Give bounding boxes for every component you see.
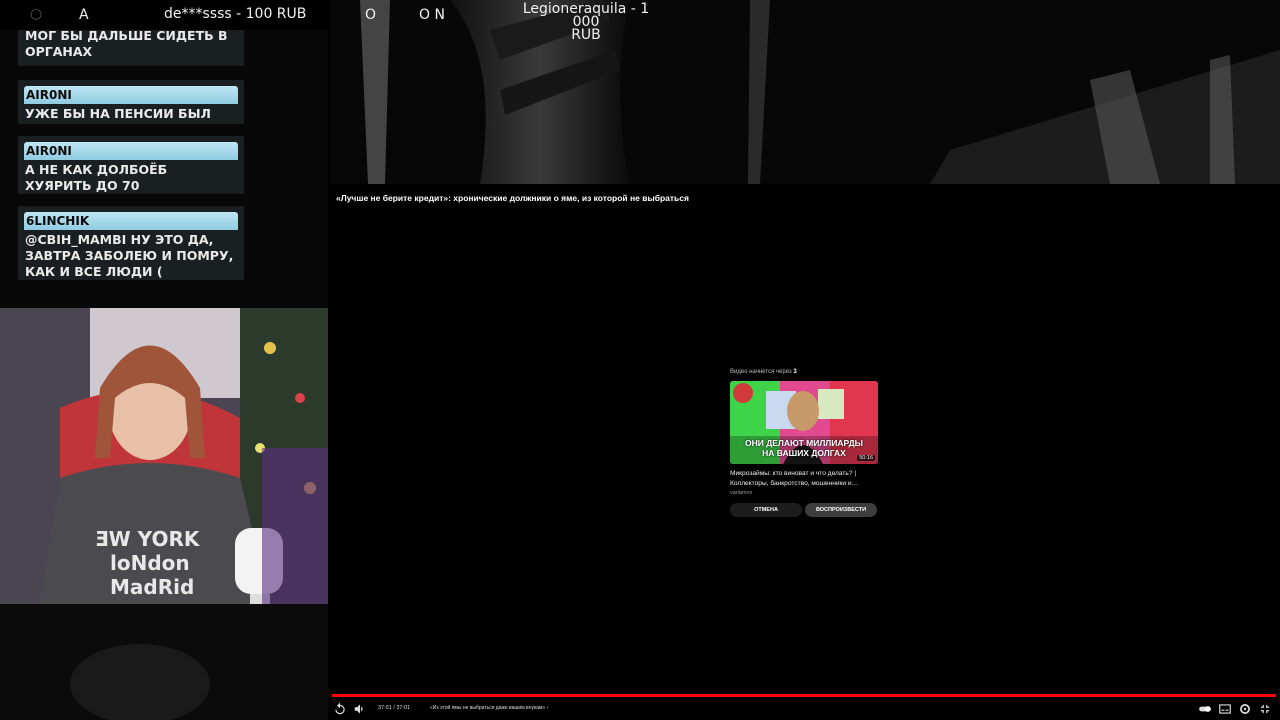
player-controls: 37:01 / 37:01 «Из этой ямы не выбраться … — [330, 700, 1280, 720]
donation-text: Legioneraquila - 1 000 — [522, 1, 650, 30]
video-title[interactable]: «Лучше не берите кредит»: хронические до… — [336, 193, 689, 203]
chat-message-text: МОГ БЫ ДАЛЬШЕ СИДЕТЬ В ОРГАНАХ — [25, 30, 228, 59]
next-video-thumbnail[interactable]: ОНИ ДЕЛАЮТ МИЛЛИАРДЫ НА ВАШИХ ДОЛГАХ 50:… — [730, 381, 878, 464]
chat-message: AIR0NI УЖЕ БЫ НА ПЕНСИИ БЫЛ — [18, 80, 244, 124]
chat-username: 6LINCHIK — [24, 212, 238, 230]
ticker-item: de***ssss - 100 RUB — [164, 6, 307, 22]
ticker-dot: ○ — [30, 6, 43, 22]
video-player[interactable]: «Лучше не берите кредит»: хронические до… — [330, 184, 1280, 720]
chat-message: AIR0NI А НЕ КАК ДОЛБОЁБ ХУЯРИТЬ ДО 70 — [18, 136, 244, 194]
countdown-label: Видео начнется через — [730, 369, 792, 375]
chat-panel: МОГ БЫ ДАЛЬШЕ СИДЕТЬ В ОРГАНАХ AIR0NI УЖ… — [0, 30, 328, 310]
ticker-donation: Legioneraquila - 1 000 RUB — [516, 1, 656, 43]
replay-icon[interactable] — [333, 702, 347, 716]
video-duration: 50:16 — [857, 455, 875, 461]
chat-message: 6LINCHIK @CBIH_MAMBI НУ ЭТО ДА, ЗАВТРА З… — [18, 206, 244, 280]
thumbnail-caption: ОНИ ДЕЛАЮТ МИЛЛИАРДЫ — [744, 438, 864, 448]
subtitles-icon[interactable] — [1218, 702, 1232, 716]
ticker-item: A — [79, 7, 89, 23]
chat-message: МОГ БЫ ДАЛЬШЕ СИДЕТЬ В ОРГАНАХ — [18, 30, 244, 66]
thumbnail-caption: НА ВАШИХ ДОЛГАХ — [762, 448, 846, 458]
chapter-title[interactable]: «Из этой ямы не выбраться даже вашим вну… — [430, 705, 548, 711]
chat-username: AIR0NI — [24, 142, 238, 160]
countdown-value: 3 — [793, 369, 797, 375]
chat-message-text: УЖЕ БЫ НА ПЕНСИИ БЫЛ — [25, 106, 211, 121]
play-next-button[interactable]: ВОСПРОИЗВЕСТИ — [805, 503, 877, 517]
progress-bar[interactable] — [332, 694, 1276, 697]
dark-overlay-area — [0, 604, 328, 720]
donation-currency: RUB — [571, 27, 601, 43]
next-video-channel[interactable]: varlamov — [730, 490, 752, 496]
chat-message-text: А НЕ КАК ДОЛБОЁБ ХУЯРИТЬ ДО 70 — [25, 162, 168, 193]
webcam-feed: ƎW YORK loNdon MadRid — [0, 308, 328, 604]
svg-text:ƎW YORK: ƎW YORK — [95, 527, 201, 551]
settings-gear-icon[interactable] — [1238, 702, 1252, 716]
donation-ticker: ○ A de***ssss - 100 RUB O O N Legioneraq… — [0, 0, 1280, 42]
svg-text:loNdon: loNdon — [110, 551, 190, 575]
ticker-item: O — [365, 7, 377, 23]
time-display: 37:01 / 37:01 — [378, 705, 411, 711]
svg-text:MadRid: MadRid — [110, 575, 194, 599]
autoplay-countdown: Видео начнется через 3 — [730, 369, 797, 375]
chat-username: AIR0NI — [24, 86, 238, 104]
next-video-title[interactable]: Микрозаймы: кто виноват и что делать? | … — [730, 469, 878, 489]
autoplay-toggle-icon[interactable] — [1198, 702, 1212, 716]
volume-icon[interactable] — [353, 702, 367, 716]
cancel-autoplay-button[interactable]: ОТМЕНА — [730, 503, 802, 517]
ticker-item: O N — [419, 7, 445, 23]
fullscreen-exit-icon[interactable] — [1258, 702, 1272, 716]
chat-message-text: @CBIH_MAMBI НУ ЭТО ДА, ЗАВТРА ЗАБОЛЕЮ И … — [25, 232, 234, 279]
